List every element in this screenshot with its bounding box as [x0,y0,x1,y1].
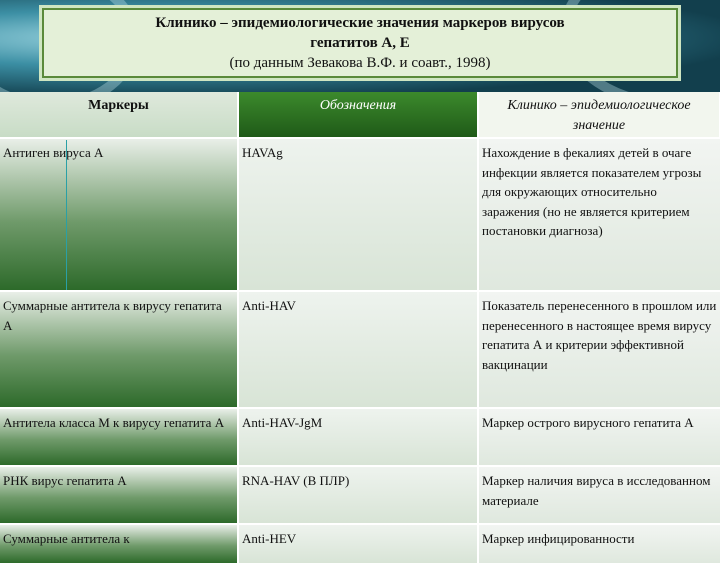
cell-marker: РНК вирус гепатита А [0,466,239,524]
cell-meaning: Маркер острого вирусного гепатита А [478,408,720,466]
header-meaning: Клинико – эпидемиологическое значение [478,92,720,138]
table-row: РНК вирус гепатита А RNA-HAV (В ПЛР) Мар… [0,466,720,524]
cell-marker: Суммарные антитела к вирусу гепатита А [0,291,239,408]
table-header-row: Маркеры Обозначения Клинико – эпидемиоло… [0,92,720,138]
cell-marker: Суммарные антитела к [0,524,239,564]
cell-marker: Антиген вируса А [0,138,239,291]
cell-meaning: Показатель перенесенного в прошлом или п… [478,291,720,408]
cell-meaning: Маркер наличия вируса в исследованном ма… [478,466,720,524]
header-codes: Обозначения [238,92,479,138]
divider-line [66,140,67,290]
cell-code: HAVAg [238,138,479,291]
cell-marker: Антитела класса М к вирусу гепатита А [0,408,239,466]
cell-code: Anti-HAV [238,291,479,408]
cell-code: Anti-HAV-JgM [238,408,479,466]
table-row: Антитела класса М к вирусу гепатита А An… [0,408,720,466]
cell-meaning: Нахождение в фекалиях детей в очаге инфе… [478,138,720,291]
cell-meaning: Маркер инфицированности [478,524,720,564]
table-row: Антиген вируса А HAVAg Нахождение в фека… [0,138,720,291]
title-line-3: (по данным Зевакова В.Ф. и соавт., 1998) [229,55,491,71]
table-row: Суммарные антитела к вирусу гепатита А A… [0,291,720,408]
header-markers: Маркеры [0,92,239,138]
slide-title: Клинико – эпидемиологические значения ма… [42,8,678,78]
cell-code: Anti-HEV [238,524,479,564]
table-row: Суммарные антитела к Anti-HEV Маркер инф… [0,524,720,564]
title-line-1: Клинико – эпидемиологические значения ма… [155,15,565,31]
title-line-2: гепатитов А, Е [310,35,410,51]
cell-code: RNA-HAV (В ПЛР) [238,466,479,524]
markers-table: Маркеры Обозначения Клинико – эпидемиоло… [0,92,720,565]
